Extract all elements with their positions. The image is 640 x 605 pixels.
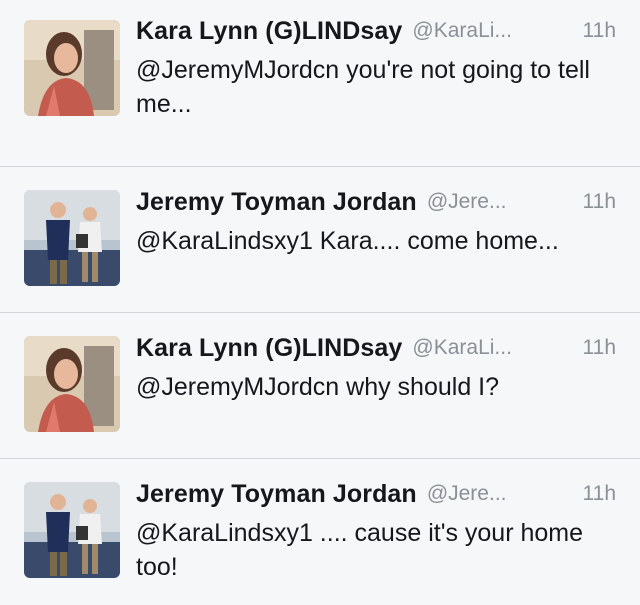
tweet-item[interactable]: Jeremy Toyman Jordan @Jere... 11h @KaraL… [0, 167, 640, 312]
kara-avatar[interactable] [24, 336, 120, 432]
tweet-text: @KaraLindsxy1 .... cause it's your home … [136, 519, 584, 581]
tweet-text: @JeremyMJordcn why should I? [136, 373, 500, 401]
jeremy-avatar[interactable] [24, 482, 120, 578]
tweet-author-name[interactable]: Kara Lynn (G)LINDsay [136, 334, 402, 363]
tweet-timestamp: 11h [582, 482, 616, 505]
tweet-timeline: Kara Lynn (G)LINDsay @KaraLi... 11h @Jer… [0, 0, 640, 605]
tweet-timestamp: 11h [582, 336, 616, 359]
tweet-author-handle[interactable]: @KaraLi... [412, 336, 512, 360]
jeremy-avatar[interactable] [24, 190, 120, 286]
kara-avatar[interactable] [24, 20, 120, 116]
tweet-timestamp: 11h [582, 19, 616, 42]
tweet-author-name[interactable]: Kara Lynn (G)LINDsay [136, 17, 402, 46]
tweet-text: @JeremyMJordcn you're not going to tell … [136, 56, 590, 118]
tweet-author-name[interactable]: Jeremy Toyman Jordan [136, 188, 417, 217]
tweet-author-handle[interactable]: @Jere... [427, 190, 507, 214]
tweet-author-handle[interactable]: @KaraLi... [412, 19, 512, 43]
tweet-timestamp: 11h [582, 190, 616, 213]
tweet-text: @KaraLindsxy1 Kara.... come home... [136, 227, 559, 255]
tweet-item[interactable]: Kara Lynn (G)LINDsay @KaraLi... 11h @Jer… [0, 313, 640, 458]
tweet-item[interactable]: Kara Lynn (G)LINDsay @KaraLi... 11h @Jer… [0, 0, 640, 166]
tweet-author-name[interactable]: Jeremy Toyman Jordan [136, 480, 417, 509]
tweet-item[interactable]: Jeremy Toyman Jordan @Jere... 11h @KaraL… [0, 459, 640, 605]
tweet-author-handle[interactable]: @Jere... [427, 482, 507, 506]
